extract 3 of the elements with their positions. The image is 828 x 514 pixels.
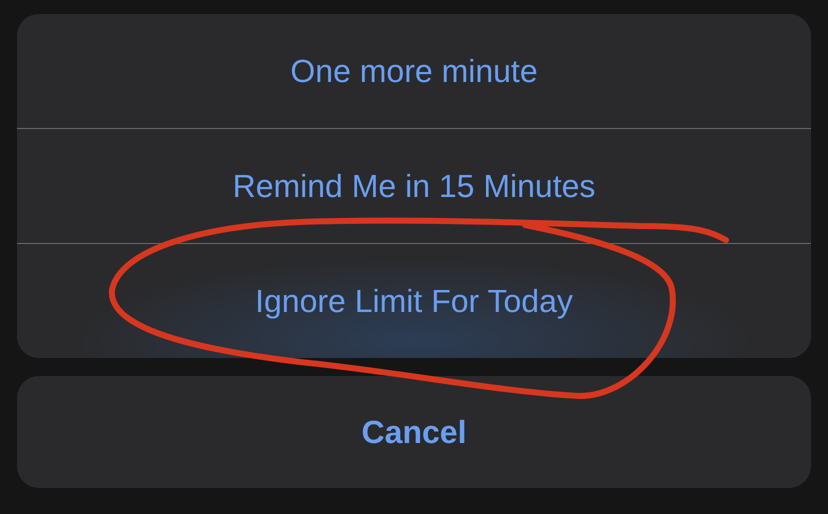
cancel-button[interactable]: Cancel <box>17 376 811 488</box>
action-option[interactable]: One more minute <box>17 14 811 128</box>
action-option[interactable]: Remind Me in 15 Minutes <box>17 129 811 243</box>
